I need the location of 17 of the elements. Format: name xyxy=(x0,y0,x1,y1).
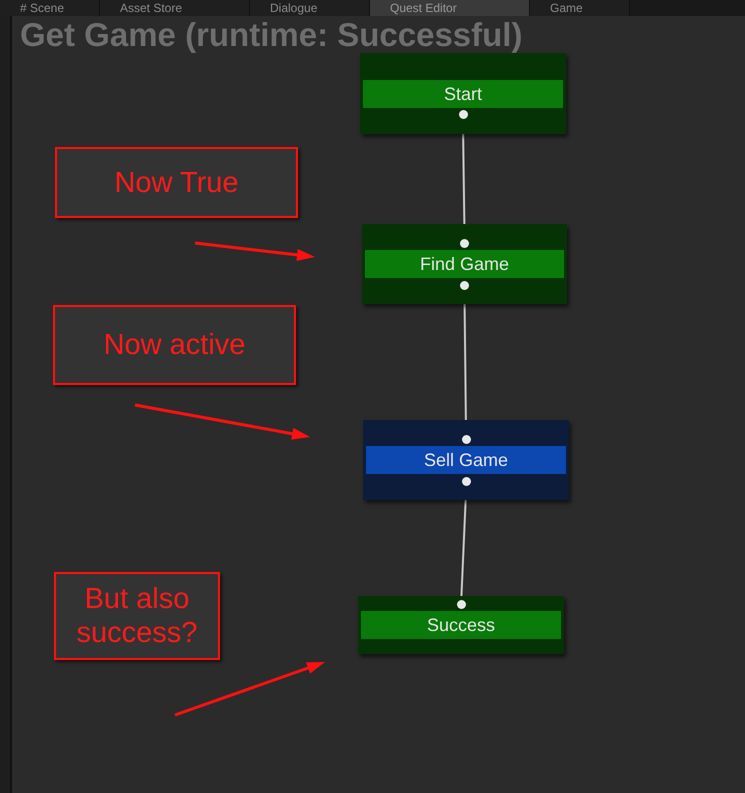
annotation-box: Now True xyxy=(55,147,298,218)
graph-node[interactable]: Find Game xyxy=(362,224,567,304)
node-title: Find Game xyxy=(365,250,564,278)
graph-node[interactable]: Sell Game xyxy=(363,420,569,500)
node-title: Start xyxy=(363,80,563,108)
editor-tab[interactable]: # Scene xyxy=(0,0,100,16)
editor-tab[interactable]: Game xyxy=(530,0,630,16)
node-title: Sell Game xyxy=(366,446,566,474)
annotation-box: Now active xyxy=(53,305,296,385)
editor-tab[interactable]: Dialogue xyxy=(250,0,370,16)
editor-tab[interactable]: Asset Store xyxy=(100,0,250,16)
graph-node[interactable]: Success xyxy=(358,596,564,654)
node-title: Success xyxy=(361,611,561,639)
graph-title: Get Game (runtime: Successful) xyxy=(20,18,522,52)
graph-node[interactable]: Start xyxy=(360,53,566,134)
annotation-box: But also success? xyxy=(54,572,220,660)
editor-tab[interactable]: Quest Editor xyxy=(370,0,530,16)
